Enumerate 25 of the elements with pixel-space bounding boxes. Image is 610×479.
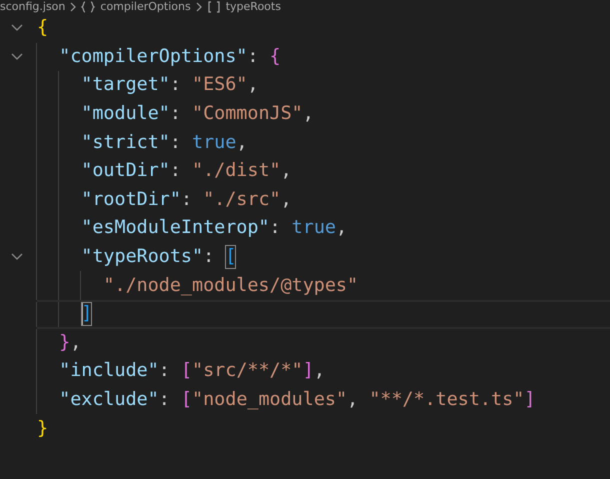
breadcrumb-item[interactable]: typeRoots	[226, 0, 281, 14]
code-line: },	[58, 330, 82, 355]
fold-chevron-icon[interactable]	[10, 24, 22, 32]
code-line: {	[37, 16, 48, 40]
breadcrumb-item[interactable]: sconfig.json	[0, 0, 66, 14]
code-line: }	[37, 416, 48, 441]
chevron-right-icon	[70, 2, 76, 12]
code-line: "compilerOptions": {	[58, 44, 281, 69]
code-line: "typeRoots": [	[80, 245, 236, 270]
fold-chevron-icon[interactable]	[10, 52, 22, 61]
code-line: "target": "ES6",	[80, 73, 258, 98]
brackets-icon	[206, 1, 221, 13]
code-line: "esModuleInterop": true,	[80, 216, 348, 240]
breadcrumb-item[interactable]: compilerOptions	[100, 0, 191, 14]
code-line: "include": ["src/**/*"],	[58, 359, 325, 384]
code-line: "exclude": ["node_modules", "**/*.test.ts"]	[58, 388, 536, 412]
code-line: "rootDir": "./src",	[80, 188, 292, 212]
code-line: ]	[80, 302, 92, 326]
code-line: "module": "CommonJS",	[80, 102, 314, 126]
fold-chevron-icon[interactable]	[10, 253, 22, 262]
code-line: "strict": true,	[80, 130, 248, 155]
braces-icon	[81, 1, 96, 13]
chevron-right-icon	[196, 2, 202, 12]
code-line: "outDir": "./dist",	[80, 159, 292, 184]
code-line: "./node_modules/@types"	[102, 274, 358, 298]
